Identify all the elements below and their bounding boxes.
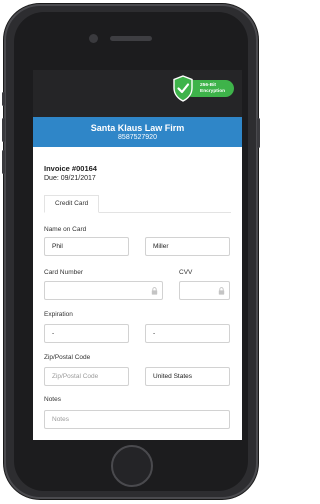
top-bar: 256-Bit Encryption [33,70,242,117]
notes-label: Notes [44,396,61,403]
lock-icon [218,287,225,295]
card-number-input[interactable] [44,281,163,300]
zip-input[interactable]: Zip/Postal Code [44,367,129,386]
payment-tabs: Credit Card [44,195,231,213]
first-name-input[interactable]: Phil [44,237,129,256]
name-on-card-label: Name on Card [44,226,87,233]
front-camera [89,34,98,43]
card-number-label: Card Number [44,269,84,276]
notes-input[interactable]: Notes [44,410,230,429]
mute-switch [2,92,5,106]
cvv-input[interactable] [179,281,230,300]
shield-check-icon [173,75,193,102]
expiration-month-select[interactable]: - [44,324,129,343]
encryption-badge: 256-Bit Encryption [172,75,236,103]
expiration-year-select[interactable]: - [145,324,230,343]
volume-up-button [2,118,5,142]
volume-down-button [2,150,5,174]
tab-credit-card[interactable]: Credit Card [44,195,100,213]
lock-icon [151,287,158,295]
cvv-label: CVV [179,269,193,276]
firm-header: Santa Klaus Law Firm 8587527920 [33,117,242,147]
country-select[interactable]: United States [145,367,230,386]
invoice-number: Invoice #00164 [44,164,97,173]
expiration-label: Expiration [44,311,73,318]
payment-content: Invoice #00164 Due: 09/21/2017 Credit Ca… [33,147,242,213]
earpiece-speaker [110,36,152,41]
firm-phone: 8587527920 [118,134,157,141]
home-button[interactable] [111,445,153,487]
power-button [257,118,260,148]
firm-name: Santa Klaus Law Firm [90,123,185,133]
phone-screen: 256-Bit Encryption Santa Klaus Law Firm … [33,70,242,440]
last-name-input[interactable]: Miller [145,237,230,256]
encryption-text: Encryption [200,88,226,94]
invoice-due-date: Due: 09/21/2017 [44,175,96,182]
zip-label: Zip/Postal Code [44,354,91,361]
